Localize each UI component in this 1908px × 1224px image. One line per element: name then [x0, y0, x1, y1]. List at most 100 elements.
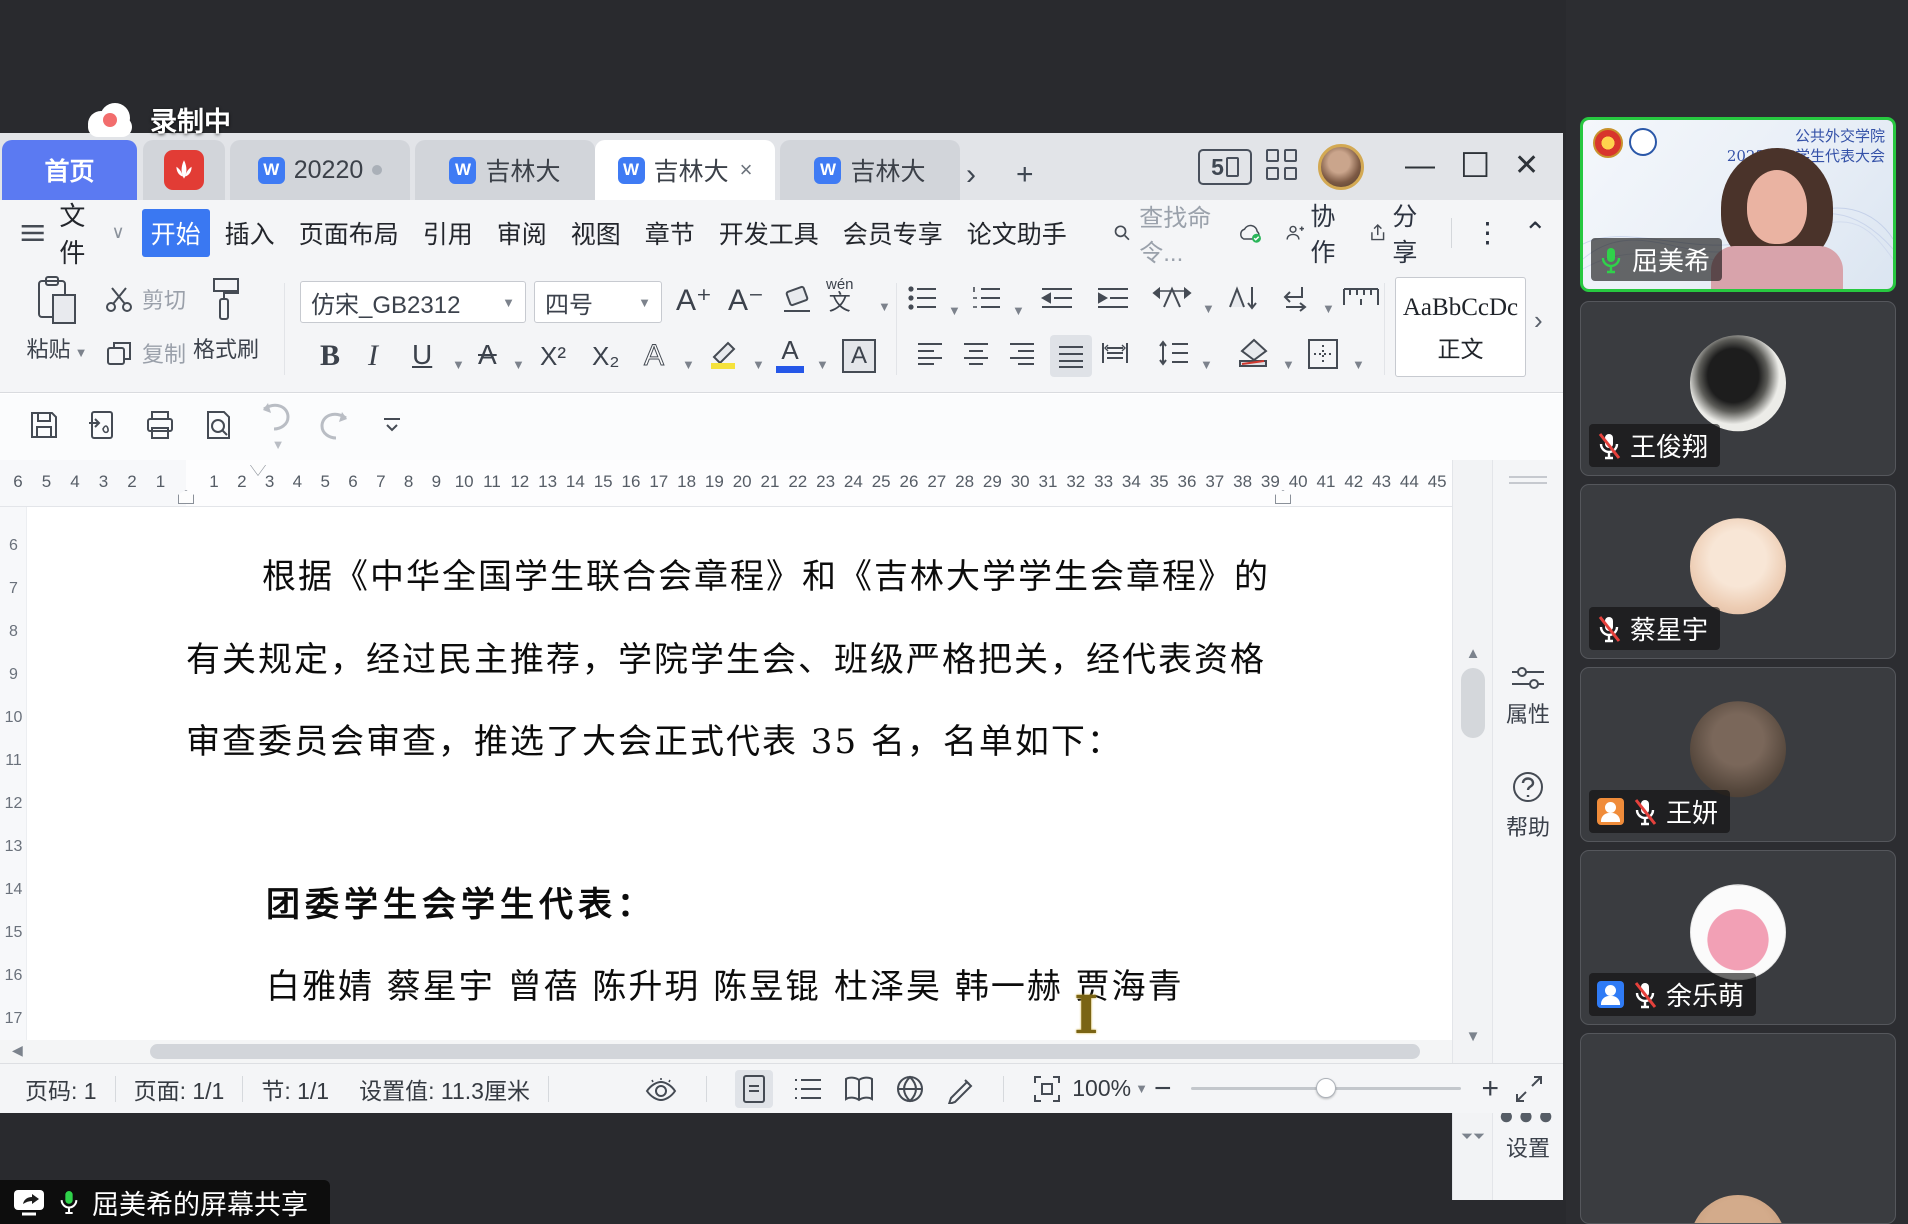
new-tab-button[interactable]: +: [1016, 158, 1034, 192]
font-color-button[interactable]: A: [776, 335, 804, 373]
align-center-button[interactable]: [962, 341, 990, 365]
eye-protection-icon[interactable]: [644, 1075, 678, 1103]
menu-page-layout[interactable]: 页面布局: [290, 209, 408, 257]
hamburger-menu-icon[interactable]: [20, 221, 45, 245]
char-scale-button[interactable]: [1152, 283, 1192, 313]
horizontal-scrollbar[interactable]: ◀: [0, 1040, 1452, 1063]
align-right-button[interactable]: [1008, 341, 1036, 365]
undo-button[interactable]: ▼: [258, 401, 294, 454]
participant-tile-partial[interactable]: [1580, 1033, 1896, 1224]
menu-home[interactable]: 开始: [141, 208, 210, 257]
menu-review[interactable]: 审阅: [488, 209, 556, 257]
fit-page-icon[interactable]: [1032, 1074, 1062, 1104]
account-avatar[interactable]: [1318, 144, 1364, 190]
style-gallery-expand-icon[interactable]: ›: [1534, 305, 1543, 336]
tab-document-2[interactable]: W 吉林大: [415, 140, 595, 200]
shading-button[interactable]: [1236, 337, 1272, 369]
superscript-button[interactable]: X²: [540, 341, 566, 372]
cloud-sync-icon[interactable]: [1237, 219, 1264, 247]
scroll-left-icon[interactable]: ◀: [12, 1042, 23, 1059]
style-gallery[interactable]: AaBbCcDc 正文: [1395, 277, 1526, 377]
scrollbar-thumb[interactable]: [1461, 668, 1485, 738]
print-button[interactable]: [142, 409, 178, 446]
italic-button[interactable]: I: [368, 339, 378, 373]
zoom-slider[interactable]: [1191, 1078, 1462, 1098]
scroll-up-icon[interactable]: ▲: [1453, 645, 1493, 662]
export-pdf-button[interactable]: [84, 409, 120, 446]
distribute-button[interactable]: [1100, 341, 1130, 365]
zoom-level[interactable]: 100%: [1072, 1075, 1131, 1102]
underline-button[interactable]: U: [412, 339, 432, 371]
tab-close-icon[interactable]: ×: [740, 157, 753, 183]
decrease-indent-button[interactable]: [1040, 285, 1074, 311]
redo-button[interactable]: [316, 410, 352, 445]
borders-button[interactable]: [1306, 337, 1340, 371]
subscript-button[interactable]: X₂: [592, 341, 619, 372]
cut-button[interactable]: 剪切: [104, 283, 186, 315]
bold-button[interactable]: B: [320, 339, 340, 373]
increase-indent-button[interactable]: [1096, 285, 1130, 311]
justify-button[interactable]: [1050, 335, 1092, 377]
multiwindow-button[interactable]: 5: [1198, 149, 1252, 185]
font-name-select[interactable]: 仿宋_GB2312 ▼: [300, 281, 526, 323]
page-view-icon[interactable]: [735, 1069, 774, 1108]
participant-tile[interactable]: 余乐萌: [1580, 850, 1896, 1025]
more-options-icon[interactable]: ⋮: [1474, 216, 1502, 249]
bullets-button[interactable]: [908, 285, 938, 311]
menu-view[interactable]: 视图: [562, 209, 630, 257]
menu-references[interactable]: 引用: [414, 209, 482, 257]
share-button[interactable]: 分享: [1369, 197, 1429, 269]
collaborate-button[interactable]: 协作: [1285, 197, 1346, 269]
tab-overflow-icon[interactable]: ›: [966, 158, 976, 192]
web-layout-icon[interactable]: [895, 1074, 925, 1104]
tab-wps-logo[interactable]: [143, 140, 225, 200]
help-button[interactable]: 帮助: [1493, 770, 1563, 842]
zoom-in-button[interactable]: +: [1481, 1072, 1499, 1106]
paste-button[interactable]: 粘贴 ▼: [22, 275, 92, 364]
first-line-indent-marker[interactable]: [250, 464, 266, 475]
highlight-button[interactable]: [706, 337, 740, 371]
document-canvas[interactable]: 6 7 8 9 10 11 12 13 14 15 16 17 根据《中华全国学生联合会章程》和《吉林…: [0, 507, 1452, 1040]
workspace-grid-icon[interactable]: [1266, 149, 1300, 183]
decrease-font-button[interactable]: A⁻: [728, 283, 764, 318]
hscrollbar-thumb[interactable]: [150, 1044, 1420, 1059]
participant-tile[interactable]: 王妍: [1580, 667, 1896, 842]
tab-home[interactable]: 首页: [2, 140, 137, 200]
zoom-slider-knob[interactable]: [1316, 1078, 1337, 1098]
pinyin-guide-button[interactable]: wén 文: [826, 277, 854, 314]
horizontal-ruler[interactable]: 6 5 4 3 2 1 1 2 3 4 5 6 7 8 9 10 11 12 13 14 15 16 17 18 19 20 21 2…: [0, 460, 1452, 507]
tab-document-1[interactable]: W 20220: [230, 140, 410, 200]
zoom-dropdown-icon[interactable]: ▼: [1135, 1081, 1148, 1096]
save-button[interactable]: [26, 409, 62, 446]
menu-paper-helper[interactable]: 论文助手: [958, 209, 1076, 257]
outline-view-icon[interactable]: [793, 1076, 823, 1102]
file-dropdown-icon[interactable]: ∨: [111, 222, 124, 243]
participant-tile[interactable]: 蔡星宇: [1580, 484, 1896, 659]
text-effects-button[interactable]: A: [643, 339, 664, 373]
scroll-down-icon[interactable]: ▼: [1453, 1028, 1493, 1045]
menu-file[interactable]: 文件: [59, 196, 103, 270]
line-spacing-button[interactable]: [1158, 339, 1190, 367]
menu-section[interactable]: 章节: [636, 209, 704, 257]
close-button[interactable]: ✕: [1514, 149, 1539, 183]
format-painter-button[interactable]: 格式刷: [186, 275, 266, 364]
minimize-button[interactable]: —: [1405, 149, 1435, 183]
align-left-button[interactable]: [916, 341, 944, 365]
command-search[interactable]: 查找命令...: [1113, 198, 1237, 268]
pane-drag-handle[interactable]: [1509, 476, 1547, 484]
next-page-icon[interactable]: ⏷⏷: [1453, 1128, 1493, 1145]
increase-font-button[interactable]: A⁺: [676, 283, 712, 318]
read-mode-icon[interactable]: [843, 1075, 875, 1103]
zoom-out-button[interactable]: −: [1154, 1072, 1172, 1106]
collapse-ribbon-icon[interactable]: ⌃: [1524, 216, 1547, 249]
properties-button[interactable]: 属性: [1493, 665, 1563, 729]
menu-member[interactable]: 会员专享: [834, 209, 952, 257]
edit-mode-icon[interactable]: [945, 1074, 975, 1104]
menu-insert[interactable]: 插入: [216, 209, 284, 257]
customize-quickbar-icon[interactable]: [374, 416, 410, 439]
tab-ruler-button[interactable]: [1342, 283, 1380, 311]
copy-button[interactable]: 复制: [104, 337, 186, 369]
numbering-button[interactable]: [972, 285, 1002, 311]
paragraph-direction-button[interactable]: [1278, 283, 1312, 313]
maximize-button[interactable]: ☐: [1460, 149, 1490, 183]
